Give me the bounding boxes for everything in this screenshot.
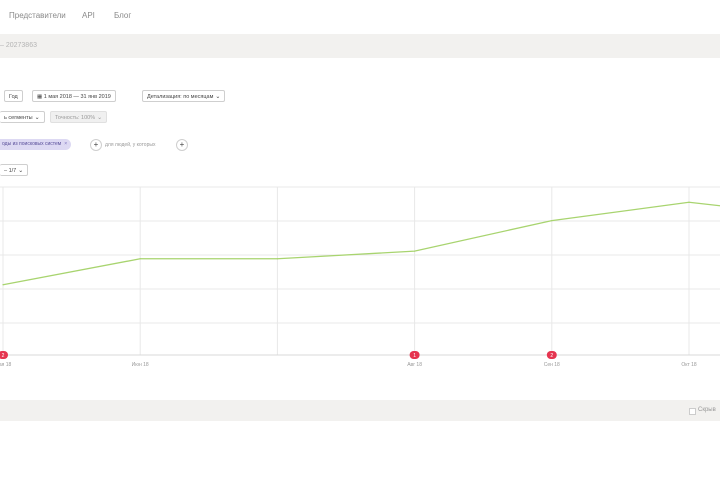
counter-id: – 20273863 — [0, 42, 37, 49]
x-tick-label: Авг 18 — [407, 362, 422, 368]
period-year-button[interactable]: Год — [4, 90, 23, 102]
series-point — [688, 201, 690, 203]
add-people-condition-button[interactable]: + — [176, 139, 188, 151]
chevron-down-icon: ⌄ — [215, 94, 221, 100]
nav-link-blog[interactable]: Блог — [114, 11, 131, 20]
footer-bar: Скрыв — [0, 400, 720, 421]
chevron-down-icon: ⌄ — [34, 115, 40, 121]
series-line — [2, 201, 720, 286]
series-point — [2, 284, 4, 286]
detail-label: Детализация: по месяцам — [147, 94, 214, 100]
x-tick-label: Мая 18 — [0, 362, 12, 368]
detail-dropdown[interactable]: Детализация: по месяцам ⌄ — [142, 90, 226, 102]
series-point — [276, 258, 278, 260]
segment-filter-label: оды из поисковых систем — [2, 141, 62, 147]
nav-link-api[interactable]: API — [82, 11, 95, 20]
segments-dropdown[interactable]: ь сегменты ⌄ — [0, 111, 45, 123]
metric-selector-label: – 1/7 — [4, 168, 17, 174]
chevron-down-icon: ⌄ — [18, 168, 24, 174]
accuracy-dropdown[interactable]: Точность: 100% ⌄ — [50, 111, 108, 123]
metric-selector[interactable]: – 1/7 ⌄ — [0, 164, 29, 176]
people-condition-hint: для людей, у которых — [105, 142, 156, 148]
accuracy-label: Точность: 100% — [55, 115, 96, 121]
add-condition-button[interactable]: + — [90, 139, 102, 151]
annotation-marker-label: 2 — [550, 353, 553, 359]
period-year-label: Год — [9, 94, 18, 100]
segments-label: ь сегменты — [4, 115, 33, 121]
series-point — [551, 220, 553, 222]
x-tick-label: Сен 18 — [544, 362, 560, 368]
nav-link-representatives[interactable]: Представители — [9, 11, 66, 20]
line-chart: Мая 18Июн 18Авг 18Сен 18Окт 18Ноя 182121 — [0, 186, 720, 368]
hide-checkbox[interactable] — [689, 408, 696, 415]
date-range-label: 1 мая 2018 — 31 янв 2019 — [43, 94, 111, 100]
chevron-down-icon: ⌄ — [97, 115, 103, 121]
series-point — [414, 250, 416, 252]
counter-bar: – 20273863 — [0, 34, 720, 58]
annotation-marker-label: 2 — [2, 353, 5, 359]
close-icon[interactable]: × — [64, 141, 67, 147]
top-nav: Представители API Блог — [0, 0, 720, 32]
series-point — [139, 258, 141, 260]
x-tick-label: Июн 18 — [132, 362, 149, 368]
annotation-marker-label: 1 — [413, 353, 416, 359]
segment-filter-tag[interactable]: оды из поисковых систем × — [0, 139, 72, 150]
date-range-picker[interactable]: ▦ 1 мая 2018 — 31 янв 2019 — [32, 90, 116, 102]
x-tick-label: Окт 18 — [681, 362, 697, 368]
hide-checkbox-label: Скрыв — [698, 407, 716, 413]
calendar-icon: ▦ — [37, 94, 43, 100]
